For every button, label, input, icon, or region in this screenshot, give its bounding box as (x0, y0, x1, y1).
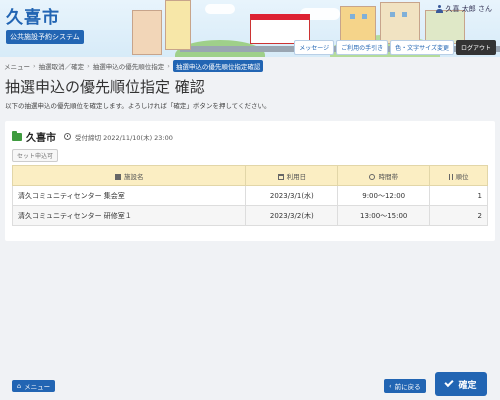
building (425, 10, 465, 44)
building-icon (114, 173, 121, 180)
city-name: 久喜市 (6, 8, 60, 28)
folder-open-icon (12, 130, 22, 141)
page-lead: 以下の抽選申込の優先順位を確定します。よろしければ「確定」ボタンを押してください… (5, 102, 271, 110)
header-time-label: 時間帯 (378, 172, 398, 181)
priority-table: 施設名 利用日 時間帯 順位 清久コミュニティセンター 集会室 2023/3/1… (11, 165, 488, 226)
breadcrumb-separator: › (33, 62, 36, 70)
breadcrumb-menu[interactable]: メニュー (4, 61, 30, 71)
header-facility-label: 施設名 (123, 172, 144, 181)
table-row: 清久コミュニティセンター 研修室１ 2023/3/2(木) 13:00～15:0… (11, 205, 488, 226)
table-header-row: 施設名 利用日 時間帯 順位 (11, 165, 488, 186)
logout-button[interactable]: ログアウト (455, 40, 496, 55)
confirm-button[interactable]: 確定 (435, 372, 487, 396)
check-icon (444, 377, 455, 388)
building (340, 6, 376, 44)
set-application-badge: セット申込可 (12, 149, 59, 162)
breadcrumb-separator: › (87, 62, 90, 70)
clock-icon (369, 173, 376, 180)
user-name: 久喜 太郎 さん (445, 5, 492, 13)
user-icon (435, 5, 443, 13)
guide-button[interactable]: ご利用の手引き (336, 40, 389, 55)
cell-facility: 清久コミュニティセンター 研修室１ (11, 205, 247, 226)
utility-buttons: メッセージ ご利用の手引き 色・文字サイズ変更 ログアウト (294, 40, 496, 55)
back-button-label: 前に戻る (394, 383, 421, 391)
window (362, 14, 367, 19)
building (165, 0, 191, 50)
building (380, 2, 420, 44)
page-title: 抽選申込の優先順位指定 確認 (5, 78, 205, 96)
cloud (205, 4, 235, 14)
cell-rank: 1 (429, 185, 488, 206)
breadcrumb-current: 抽選申込の優先順位指定確認 (172, 60, 264, 72)
breadcrumb-separator: › (167, 62, 170, 70)
cell-rank: 2 (429, 205, 488, 226)
footer-bar: ⌂ メニュー ‹ 前に戻る 確定 (0, 360, 500, 400)
breadcrumb-cancel-confirm[interactable]: 抽選取消／確定 (39, 61, 85, 71)
cell-date: 2023/3/2(木) (245, 205, 339, 226)
window (350, 14, 355, 19)
confirm-button-label: 確定 (458, 380, 477, 391)
facility-name: 久喜市 (26, 133, 56, 144)
building (132, 10, 162, 55)
message-button[interactable]: メッセージ (294, 40, 335, 55)
user-info: 久喜 太郎 さん (435, 4, 492, 14)
header-date-label: 利用日 (286, 172, 307, 181)
header-date: 利用日 (245, 165, 339, 186)
deadline: 受付締切 2022/11/10(木) 23:00 (75, 133, 173, 142)
cell-time: 13:00～15:00 (337, 205, 431, 226)
home-icon: ⌂ (17, 382, 22, 390)
window (390, 12, 395, 17)
cell-facility: 清久コミュニティセンター 集会室 (11, 185, 247, 206)
header-rank: 順位 (429, 165, 488, 186)
header-facility: 施設名 (11, 165, 247, 186)
breadcrumb: メニュー › 抽選取消／確定 › 抽選申込の優先順位指定 › 抽選申込の優先順位… (4, 60, 264, 72)
color-size-button[interactable]: 色・文字サイズ変更 (390, 40, 454, 55)
clock-icon (64, 133, 71, 140)
facility-header: 久喜市 受付締切 2022/11/10(木) 23:00 (12, 129, 173, 144)
chevron-left-icon: ‹ (389, 382, 392, 390)
table-row: 清久コミュニティセンター 集会室 2023/3/1(水) 9:00～12:00 … (11, 185, 488, 206)
site-logo[interactable]: 久喜市 公共施設予約システム (6, 3, 84, 44)
calendar-icon (277, 173, 284, 180)
back-button[interactable]: ‹ 前に戻る (384, 379, 426, 393)
site-header: 久喜市 公共施設予約システム 久喜 太郎 さん メッセージ ご利用の手引き 色・… (0, 0, 500, 57)
application-card: 久喜市 受付締切 2022/11/10(木) 23:00 セット申込可 施設名 … (5, 121, 495, 241)
menu-button[interactable]: ⌂ メニュー (12, 380, 56, 392)
header-time: 時間帯 (337, 165, 431, 186)
breadcrumb-priority[interactable]: 抽選申込の優先順位指定 (93, 61, 165, 71)
sort-icon (448, 173, 453, 180)
cell-time: 9:00～12:00 (337, 185, 431, 206)
cell-date: 2023/3/1(水) (245, 185, 339, 206)
menu-button-label: メニュー (24, 383, 51, 391)
system-name: 公共施設予約システム (6, 30, 84, 44)
window (402, 12, 407, 17)
header-rank-label: 順位 (455, 172, 469, 181)
